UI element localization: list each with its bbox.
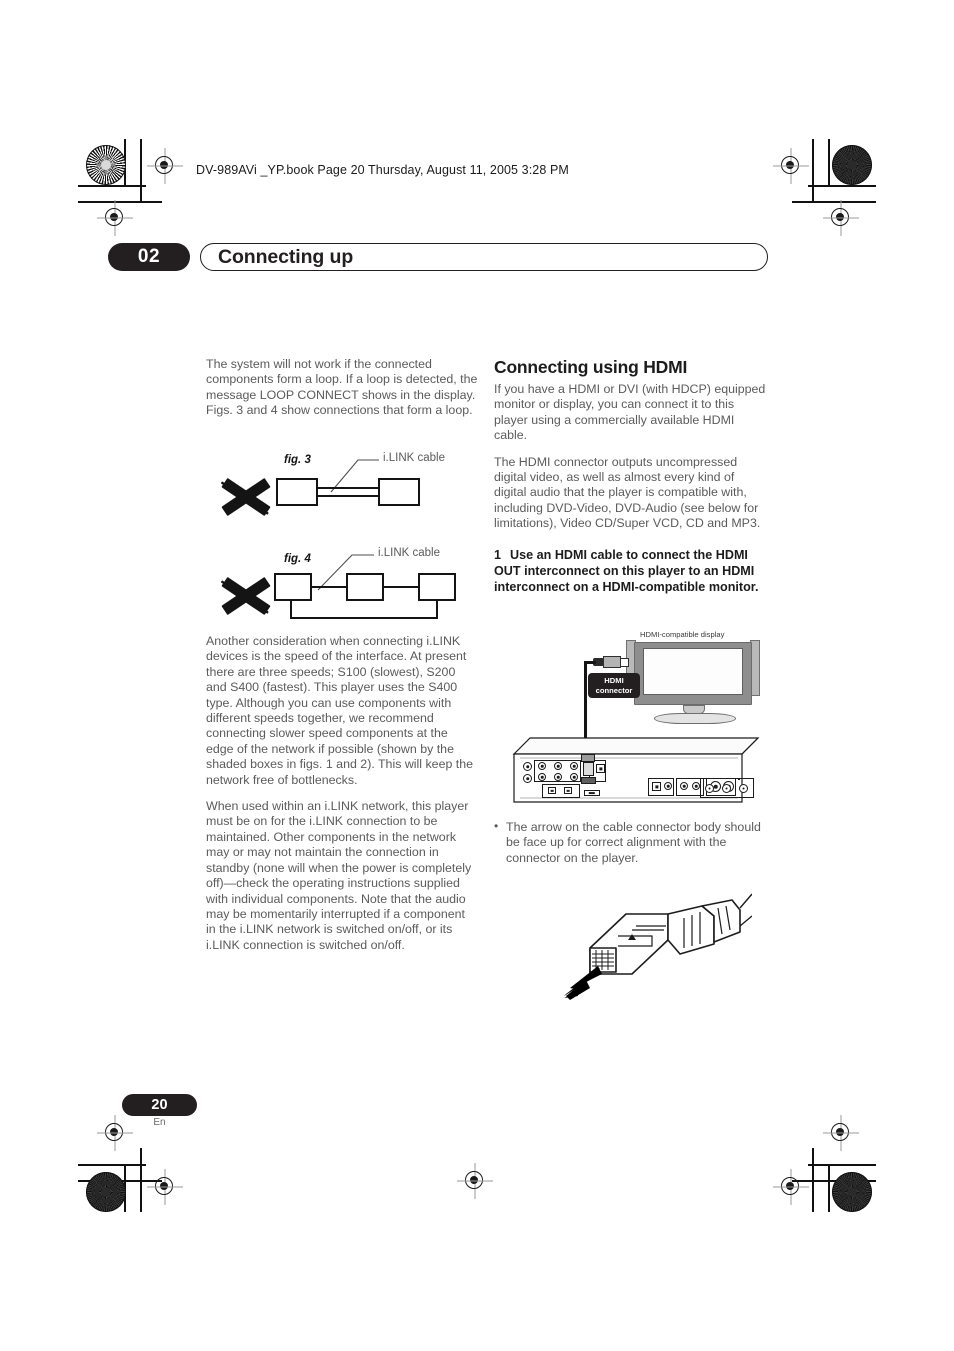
jack-video-out-2	[692, 782, 700, 790]
hdmi-plug-to-display	[593, 656, 629, 668]
manual-page: DV-989AVi _YP.book Page 20 Thursday, Aug…	[0, 0, 954, 1351]
registration-target	[778, 153, 804, 179]
jack-center	[570, 762, 578, 770]
jack-surround-l	[554, 762, 562, 770]
registration-target-bottom-center	[462, 1168, 488, 1194]
hdmi-plug-shell	[603, 656, 621, 668]
direction-arrow-icon	[564, 966, 602, 1000]
step-1-number: 1	[494, 547, 502, 562]
jack-front-l	[538, 762, 546, 770]
hdmi-plug-to-player	[580, 754, 596, 788]
jack-optical-out	[652, 782, 661, 791]
chapter-title: Connecting up	[218, 245, 354, 268]
hdmi-plug-to-player-grip	[581, 754, 595, 762]
left-paragraph-1: The system will not work if the connecte…	[206, 357, 478, 418]
left-paragraph-2: Another consideration when connecting i.…	[206, 634, 474, 787]
registration-target	[102, 205, 128, 231]
jack-component-pr	[739, 784, 748, 793]
jack-video-out-1	[680, 782, 688, 790]
jack-component-y	[705, 784, 714, 793]
hdmi-plug-to-player-shell	[582, 762, 594, 776]
registration-starburst	[832, 145, 872, 185]
registration-target	[152, 1174, 178, 1200]
jack-ilink-2	[564, 787, 572, 794]
figure-4-device-c	[418, 573, 456, 601]
note-list: The arrow on the cable connector body sh…	[494, 819, 766, 866]
figure-4: fig. 4 i.LINK cable	[206, 545, 486, 627]
hdmi-connector-drawing	[564, 893, 753, 1000]
registration-starburst	[86, 145, 126, 185]
hdmi-plug-to-player-tip	[580, 777, 596, 784]
hdmi-connector-tag: HDMI connector	[588, 673, 640, 698]
registration-target	[152, 153, 178, 179]
figure-4-cable-ab	[310, 586, 348, 588]
jack-subwoofer	[570, 773, 578, 781]
figure-3-leader-line	[330, 459, 379, 493]
registration-target	[778, 1174, 804, 1200]
page-language-code: En	[153, 1117, 166, 1128]
page-number-badge: 20	[122, 1094, 197, 1116]
hdmi-plug-tip	[620, 657, 629, 667]
right-text-column: Connecting using HDMI If you have a HDMI…	[494, 357, 766, 605]
jack-surround-r	[554, 773, 562, 781]
step-1-text: Use an HDMI cable to connect the HDMI OU…	[494, 547, 759, 595]
figure-3-cable-upper	[316, 487, 380, 489]
tv-screen	[643, 648, 743, 695]
step-1: 1 Use an HDMI cable to connect the HDMI O…	[494, 547, 766, 596]
jack-hdmi-out	[596, 764, 605, 773]
jack-coaxial-out	[664, 782, 672, 790]
figure-4-loop-left	[290, 599, 292, 619]
figure-3-device-a	[276, 478, 318, 506]
figure-4-loop-bottom	[290, 617, 438, 619]
hdmi-connector-tag-line2: connector	[595, 685, 633, 695]
jack-ilink-1	[548, 787, 556, 794]
figure-3: fig. 3 i.LINK cable	[206, 452, 486, 530]
jack-front-r	[538, 773, 546, 781]
left-paragraph-3: When used within an i.LINK network, this…	[206, 799, 472, 952]
hdmi-connector-tag-line1: HDMI	[604, 675, 624, 685]
left-text-column: The system will not work if the connecte…	[206, 357, 478, 430]
section-heading: Connecting using HDMI	[494, 357, 688, 377]
registration-target	[828, 1120, 854, 1146]
jack-hdmi-port	[584, 790, 600, 796]
jack-component-pb	[722, 784, 731, 793]
note-item: The arrow on the cable connector body sh…	[494, 819, 766, 866]
display-caption: HDMI-compatible display	[640, 630, 725, 639]
figure-3-cable-lower	[316, 495, 380, 497]
registration-starburst	[832, 1172, 872, 1212]
chapter-number-badge: 02	[108, 243, 190, 271]
hdmi-connector-illustration	[556, 884, 753, 1000]
panel-group-component-video	[700, 778, 756, 798]
jack-r-out	[523, 774, 532, 783]
right-column-notes: The arrow on the cable connector body sh…	[494, 819, 766, 869]
registration-starburst	[86, 1172, 126, 1212]
right-paragraph-2: The HDMI connector outputs uncompressed …	[494, 454, 761, 531]
tv-stand-base	[654, 713, 736, 724]
figure-4-cable-bc	[382, 586, 420, 588]
registration-target	[828, 205, 854, 231]
figure-4-device-a	[274, 573, 312, 601]
figure-4-device-b	[346, 573, 384, 601]
jack-l-out	[523, 762, 532, 771]
figure-4-loop-right	[436, 599, 438, 619]
left-text-column-continued: Another consideration when connecting i.…	[206, 634, 478, 964]
tv-display	[634, 642, 752, 705]
right-paragraph-1: If you have a HDMI or DVI (with HDCP) eq…	[494, 382, 766, 443]
figure-3-device-b	[378, 478, 420, 506]
book-file-header: DV-989AVi _YP.book Page 20 Thursday, Aug…	[196, 163, 569, 177]
